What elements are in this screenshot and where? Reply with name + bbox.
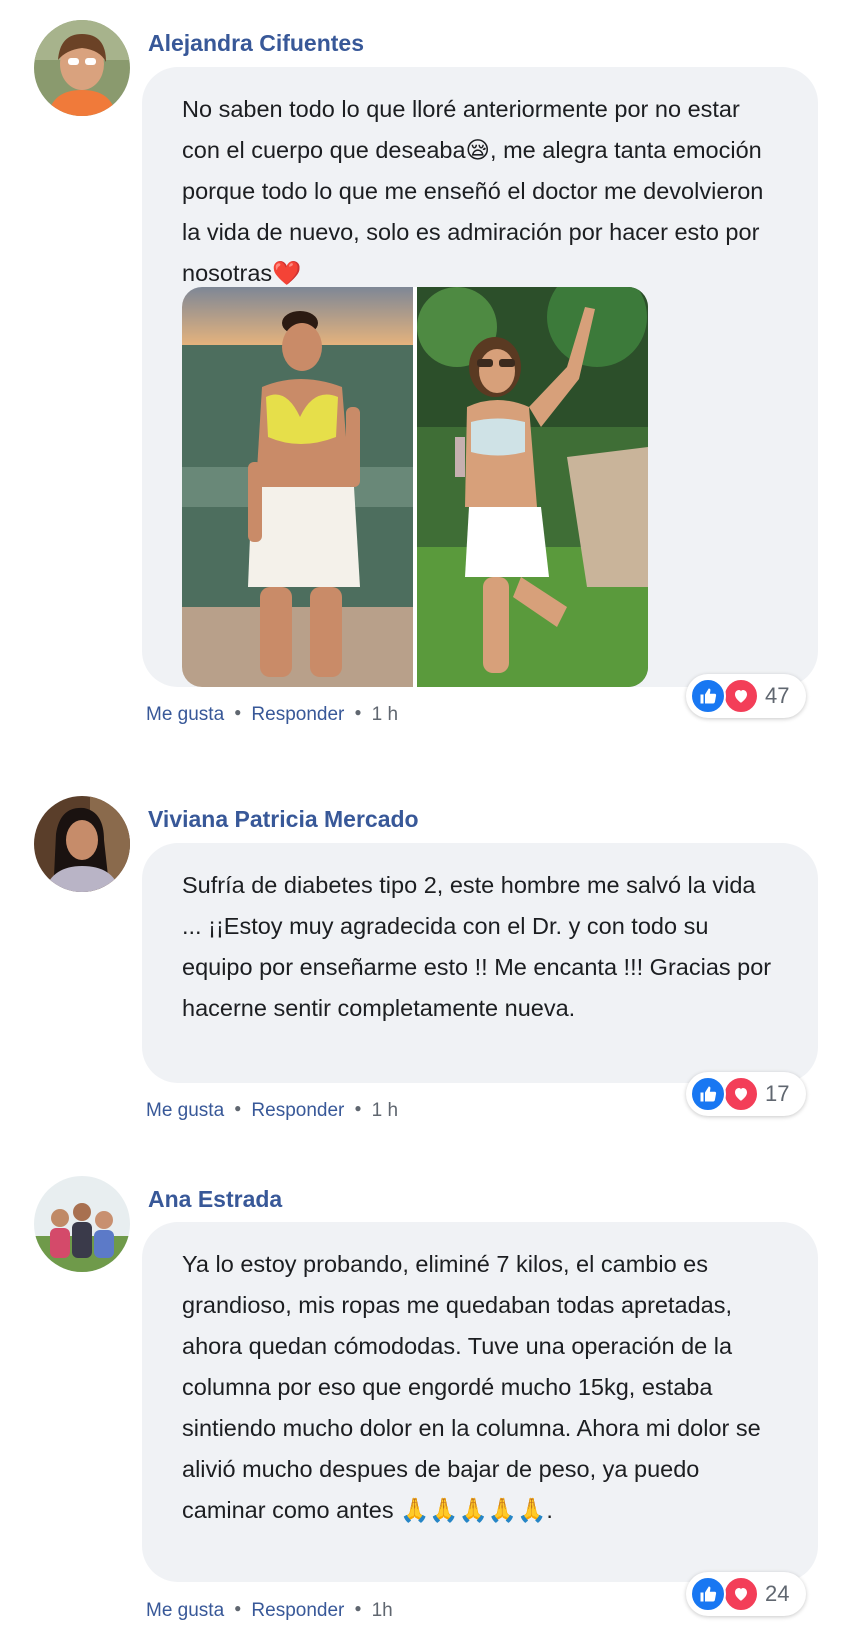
reply-link[interactable]: Responder bbox=[251, 1100, 344, 1122]
separator: ● bbox=[234, 1601, 242, 1615]
comment-actions: Me gusta ● Responder ● 1 h bbox=[146, 1100, 398, 1122]
comment-bubble: No saben todo lo que lloré anteriormente… bbox=[142, 67, 818, 687]
heart-icon bbox=[723, 1576, 759, 1612]
timestamp[interactable]: 1h bbox=[372, 1600, 393, 1622]
comment-author[interactable]: Viviana Patricia Mercado bbox=[148, 806, 419, 833]
thumbs-up-icon bbox=[690, 1576, 726, 1612]
comment-text: No saben todo lo que lloré anteriormente… bbox=[182, 96, 764, 286]
avatar[interactable] bbox=[34, 20, 130, 116]
reaction-summary[interactable]: 47 bbox=[686, 674, 806, 718]
comment-actions: Me gusta ● Responder ● 1h bbox=[146, 1600, 393, 1622]
comment-text: Ya lo estoy probando, eliminé 7 kilos, e… bbox=[182, 1251, 761, 1523]
separator: ● bbox=[354, 1101, 362, 1115]
avatar[interactable] bbox=[34, 796, 130, 892]
reaction-count: 47 bbox=[765, 683, 790, 708]
before-photo[interactable] bbox=[182, 287, 413, 687]
thumbs-up-icon bbox=[690, 678, 726, 714]
reaction-count: 24 bbox=[765, 1581, 790, 1606]
comment-author[interactable]: Ana Estrada bbox=[148, 1186, 282, 1213]
reaction-summary[interactable]: 24 bbox=[686, 1572, 806, 1616]
like-link[interactable]: Me gusta bbox=[146, 1600, 224, 1622]
heart-icon bbox=[723, 678, 759, 714]
reply-link[interactable]: Responder bbox=[251, 1600, 344, 1622]
comment-actions: Me gusta ● Responder ● 1 h bbox=[146, 704, 398, 726]
avatar[interactable] bbox=[34, 1176, 130, 1272]
separator: ● bbox=[234, 705, 242, 719]
reply-link[interactable]: Responder bbox=[251, 704, 344, 726]
reaction-count: 17 bbox=[765, 1081, 790, 1106]
heart-icon bbox=[723, 1076, 759, 1112]
like-link[interactable]: Me gusta bbox=[146, 704, 224, 726]
separator: ● bbox=[354, 1601, 362, 1615]
separator: ● bbox=[234, 1101, 242, 1115]
timestamp[interactable]: 1 h bbox=[372, 704, 398, 726]
after-photo[interactable] bbox=[417, 287, 648, 687]
timestamp[interactable]: 1 h bbox=[372, 1100, 398, 1122]
separator: ● bbox=[354, 705, 362, 719]
comment-bubble: Ya lo estoy probando, eliminé 7 kilos, e… bbox=[142, 1222, 818, 1582]
reaction-summary[interactable]: 17 bbox=[686, 1072, 806, 1116]
comment-text: Sufría de diabetes tipo 2, este hombre m… bbox=[182, 872, 772, 1021]
comment-photos[interactable] bbox=[182, 287, 648, 687]
like-link[interactable]: Me gusta bbox=[146, 1100, 224, 1122]
thumbs-up-icon bbox=[690, 1076, 726, 1112]
comment-bubble: Sufría de diabetes tipo 2, este hombre m… bbox=[142, 843, 818, 1083]
comment-author[interactable]: Alejandra Cifuentes bbox=[148, 30, 364, 57]
